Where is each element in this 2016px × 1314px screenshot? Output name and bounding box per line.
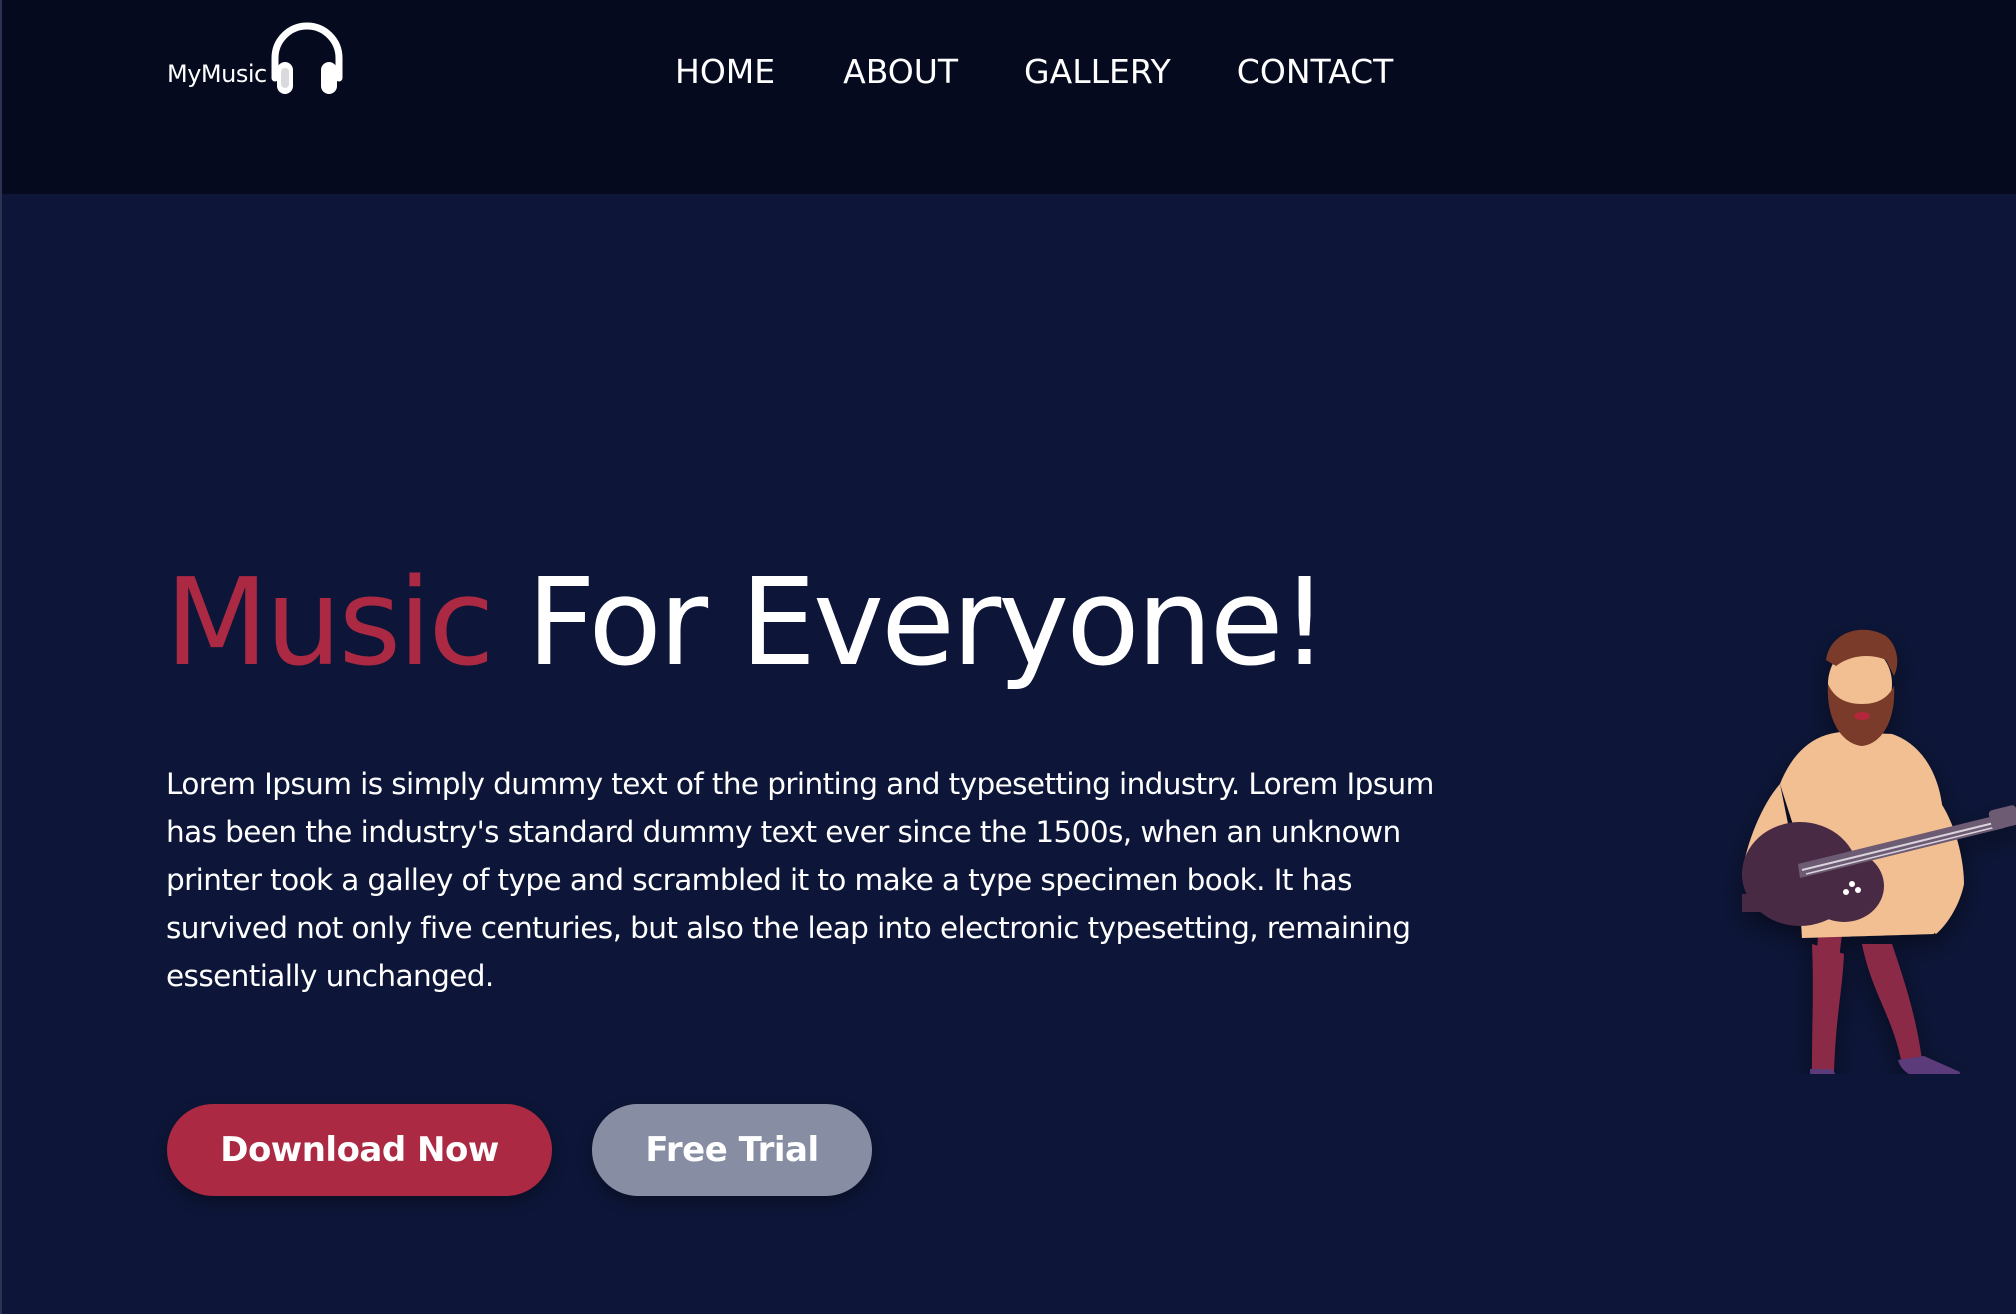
main-nav: HOME ABOUT GALLERY CONTACT (675, 50, 1393, 94)
nav-link-about[interactable]: ABOUT (843, 50, 958, 94)
hero-title-rest: For Everyone! (526, 554, 1329, 693)
brand-name: MyMusic (167, 60, 267, 88)
hero-title-accent: Music (165, 554, 494, 693)
page: MyMusic HOME ABOUT GALLERY CONTACT Music… (0, 0, 2016, 1314)
nav-link-gallery[interactable]: GALLERY (1024, 50, 1171, 94)
nav-link-home[interactable]: HOME (675, 50, 775, 94)
hero-title: Music For Everyone! (165, 544, 1329, 704)
hero-section: Music For Everyone! Lorem Ipsum is simpl… (0, 194, 2016, 1314)
nav-link-contact[interactable]: CONTACT (1237, 50, 1394, 94)
guitarist-illustration (1742, 629, 2016, 1074)
download-now-button[interactable]: Download Now (167, 1104, 552, 1196)
headphones-icon (271, 22, 343, 94)
brand-logo[interactable]: MyMusic (167, 18, 349, 98)
hero-description: Lorem Ipsum is simply dummy text of the … (166, 767, 1434, 993)
top-navbar: MyMusic HOME ABOUT GALLERY CONTACT (0, 0, 2016, 194)
free-trial-button[interactable]: Free Trial (592, 1104, 872, 1196)
